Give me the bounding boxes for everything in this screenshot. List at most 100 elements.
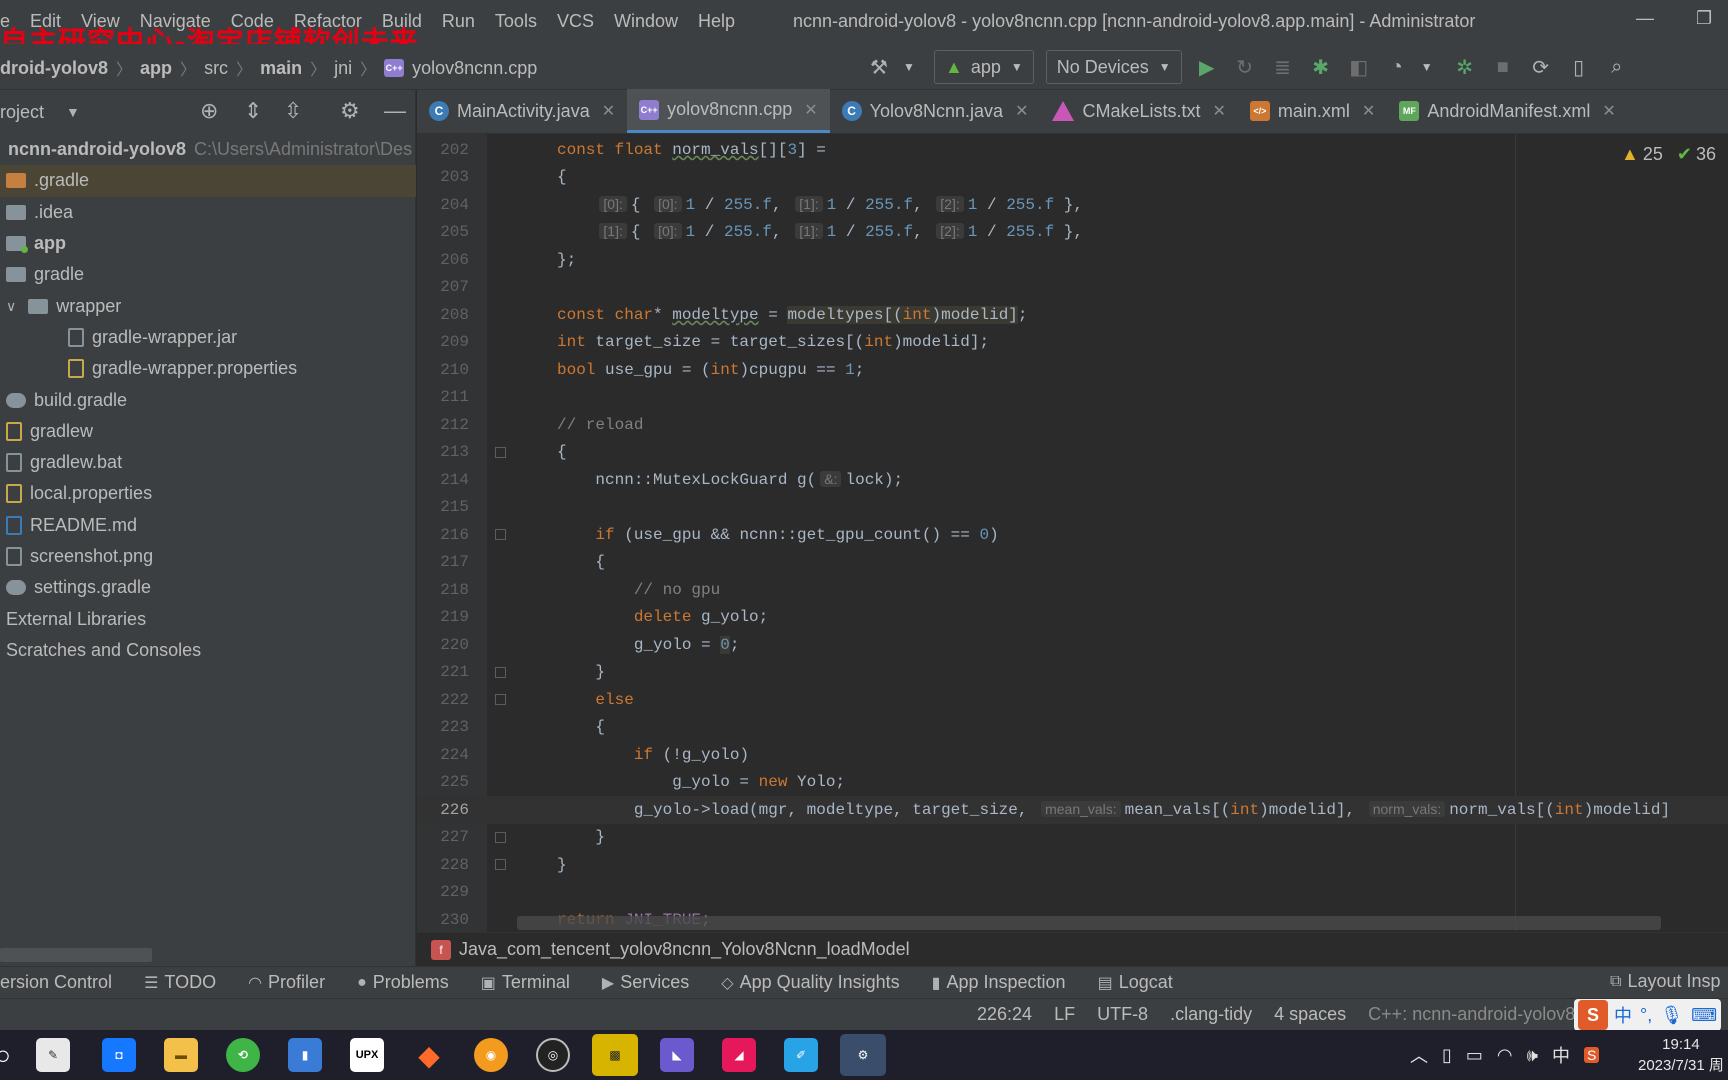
- minimize-icon[interactable]: —: [1636, 8, 1654, 29]
- wifi-icon[interactable]: ◠: [1497, 1045, 1513, 1066]
- function-breadcrumb[interactable]: f Java_com_tencent_yolov8ncnn_Yolov8Ncnn…: [417, 932, 1728, 966]
- tab-yolov8ncnn-java[interactable]: C Yolov8Ncnn.java ✕: [830, 89, 1041, 133]
- tab-mainactivity[interactable]: C MainActivity.java ✕: [417, 89, 627, 133]
- crumb-src[interactable]: src: [204, 58, 228, 79]
- expand-all-icon[interactable]: ⇕: [244, 98, 262, 124]
- device-manager-icon[interactable]: ▯: [1564, 52, 1594, 82]
- close-icon[interactable]: ✕: [1213, 101, 1226, 121]
- menu-vcs[interactable]: VCS: [557, 11, 594, 32]
- editor-horizontal-scrollbar[interactable]: [517, 916, 1661, 930]
- clang-tidy-status[interactable]: .clang-tidy: [1170, 1004, 1252, 1025]
- sync-gradle-icon[interactable]: ⟳: [1526, 52, 1556, 82]
- sogou-tray-icon[interactable]: S: [1583, 1047, 1600, 1063]
- tree-item-gradlew[interactable]: gradlew: [0, 416, 416, 447]
- tool-problems[interactable]: ● Problems: [357, 972, 449, 993]
- code-editor[interactable]: ▲ 25 ✔ 36 202 const float norm_vals[][3] …: [417, 134, 1728, 932]
- tree-item-wrapper[interactable]: ∨ wrapper: [0, 290, 416, 321]
- profiler-icon[interactable]: ◔: [1382, 52, 1412, 82]
- microphone-icon[interactable]: ▯: [1442, 1045, 1452, 1066]
- tree-item-screenshot[interactable]: screenshot.png: [0, 541, 416, 572]
- chevron-down-icon[interactable]: ▼: [66, 104, 80, 120]
- tree-item-local-properties[interactable]: local.properties: [0, 478, 416, 509]
- tool-todo[interactable]: ☰ TODO: [144, 972, 216, 993]
- tool-terminal[interactable]: ▣ Terminal: [481, 972, 570, 993]
- rerun-icon[interactable]: ↻: [1230, 52, 1260, 82]
- close-icon[interactable]: ✕: [1602, 101, 1615, 121]
- keyboard-icon[interactable]: ⌨: [1691, 1005, 1717, 1026]
- pycharm-app-icon[interactable]: ▩: [592, 1034, 638, 1076]
- chevron-down-icon[interactable]: ▼: [1412, 52, 1442, 82]
- attach-debugger-icon[interactable]: ◧: [1344, 52, 1374, 82]
- battery-icon[interactable]: ▭: [1466, 1045, 1483, 1066]
- indent-setting[interactable]: 4 spaces: [1274, 1004, 1346, 1025]
- screen-recorder-icon[interactable]: ◢: [722, 1038, 756, 1072]
- crumb-file[interactable]: yolov8ncnn.cpp: [412, 58, 537, 79]
- document-app-icon[interactable]: ▮: [288, 1038, 322, 1072]
- line-separator[interactable]: LF: [1054, 1004, 1075, 1025]
- git-app-icon[interactable]: ◆: [412, 1038, 446, 1072]
- chevron-up-icon[interactable]: ︿: [1410, 1042, 1428, 1068]
- tree-item-settings-gradle[interactable]: settings.gradle: [0, 572, 416, 603]
- project-view-title[interactable]: roject: [0, 102, 44, 123]
- menu-tools[interactable]: Tools: [495, 11, 537, 32]
- tool-profiler[interactable]: ◠ Profiler: [248, 972, 325, 993]
- attach-process-icon[interactable]: ✲: [1450, 52, 1480, 82]
- fold-marker-icon[interactable]: [495, 529, 506, 541]
- locate-file-icon[interactable]: ⊕: [200, 98, 218, 124]
- menu-help[interactable]: Help: [698, 11, 735, 32]
- chevron-down-icon[interactable]: ▼: [894, 52, 924, 82]
- ime-language[interactable]: 中: [1614, 1002, 1632, 1028]
- tree-item-root[interactable]: ncnn-android-yolov8 C:\Users\Administrat…: [0, 134, 416, 165]
- tree-item-gradle[interactable]: gradle: [0, 259, 416, 290]
- tab-main-xml[interactable]: </> main.xml ✕: [1238, 89, 1387, 133]
- debug-bug-icon[interactable]: ✱: [1306, 52, 1336, 82]
- system-clock[interactable]: 19:14 2023/7/31 周: [1638, 1034, 1724, 1076]
- fold-marker-icon[interactable]: [495, 666, 506, 678]
- close-icon[interactable]: ✕: [1015, 101, 1028, 121]
- close-icon[interactable]: ✕: [804, 100, 817, 120]
- chevron-down-icon[interactable]: ∨: [6, 298, 16, 315]
- tree-item-idea[interactable]: .idea: [0, 197, 416, 228]
- tool-logcat[interactable]: ▤ Logcat: [1098, 972, 1173, 993]
- apply-changes-icon[interactable]: ≣: [1268, 52, 1298, 82]
- media-player-icon[interactable]: ◉: [474, 1038, 508, 1072]
- android-studio-app-icon[interactable]: ⚙: [840, 1034, 886, 1076]
- restore-icon[interactable]: ❐: [1696, 8, 1712, 29]
- volume-icon[interactable]: 🕪: [1527, 1045, 1538, 1066]
- file-explorer-icon[interactable]: ▬: [164, 1038, 198, 1072]
- close-icon[interactable]: ✕: [1362, 101, 1375, 121]
- ime-punctuation[interactable]: °,: [1640, 1005, 1652, 1026]
- tree-item-build-gradle[interactable]: build.gradle: [0, 384, 416, 415]
- close-icon[interactable]: ✕: [602, 101, 615, 121]
- crumb-jni[interactable]: jni: [334, 58, 352, 79]
- crumb-main[interactable]: main: [260, 58, 302, 79]
- menu-window[interactable]: Window: [614, 11, 678, 32]
- collapse-all-icon[interactable]: ⇳: [284, 98, 302, 124]
- file-encoding[interactable]: UTF-8: [1097, 1004, 1148, 1025]
- tab-cmakelists[interactable]: CMakeLists.txt ✕: [1040, 89, 1237, 133]
- upx-app-icon[interactable]: UPX: [350, 1038, 384, 1072]
- tool-layout-inspector[interactable]: ⧉ Layout Insp: [1610, 971, 1721, 992]
- caret-position[interactable]: 226:24: [977, 1004, 1032, 1025]
- tab-yolov8ncnn-cpp[interactable]: C++ yolov8ncnn.cpp ✕: [627, 89, 830, 133]
- tree-item-app[interactable]: app: [0, 228, 416, 259]
- device-select[interactable]: No Devices ▼: [1045, 50, 1182, 84]
- crumb-project[interactable]: droid-yolov8: [0, 58, 108, 79]
- crumb-app[interactable]: app: [140, 58, 172, 79]
- notepad-app-icon[interactable]: ✎: [36, 1038, 70, 1072]
- tree-item-gradlew-bat[interactable]: gradlew.bat: [0, 447, 416, 478]
- hide-panel-icon[interactable]: —: [384, 98, 406, 124]
- tree-item-gradle-dir[interactable]: .gradle: [0, 165, 416, 197]
- search-icon[interactable]: ⌕: [1602, 52, 1632, 82]
- tree-item-wrapper-jar[interactable]: gradle-wrapper.jar: [0, 322, 416, 353]
- feishu-app-icon[interactable]: ◘: [102, 1038, 136, 1072]
- ime-toolbar[interactable]: S 中 °, 🎙 ⌨: [1574, 999, 1722, 1031]
- tree-item-wrapper-properties[interactable]: gradle-wrapper.properties: [0, 353, 416, 384]
- browser-app-icon[interactable]: ⟲: [226, 1038, 260, 1072]
- kotlin-app-icon[interactable]: ◣: [660, 1038, 694, 1072]
- fold-marker-icon[interactable]: [495, 831, 506, 843]
- input-language[interactable]: 中: [1552, 1042, 1570, 1068]
- stop-icon[interactable]: ■: [1488, 52, 1518, 82]
- tool-app-inspection[interactable]: ▮ App Inspection: [932, 972, 1066, 993]
- tool-app-quality-insights[interactable]: ◇ App Quality Insights: [721, 972, 899, 993]
